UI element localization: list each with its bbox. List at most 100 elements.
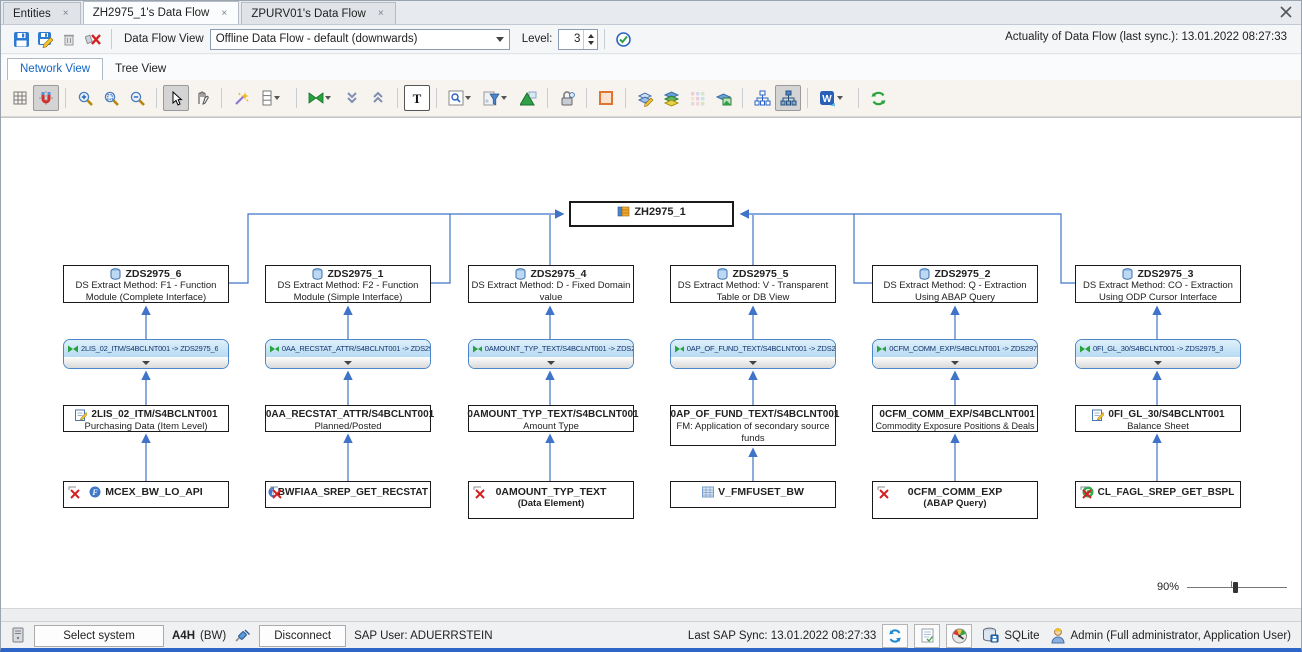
mapping-node[interactable]: 0AMOUNT_TYP_TEXT/S4BCLNT001 -> ZDS2975_4 xyxy=(468,339,634,369)
svg-text:W: W xyxy=(822,94,832,105)
network-layout-button[interactable] xyxy=(775,85,801,111)
sync-button[interactable] xyxy=(882,624,908,648)
layout-options-button[interactable] xyxy=(254,85,290,111)
tree-layout-button[interactable] xyxy=(749,85,775,111)
word-export-button[interactable]: W xyxy=(814,85,852,111)
mapping-expander[interactable] xyxy=(1076,357,1240,368)
separator xyxy=(436,88,437,108)
function-module-icon: F xyxy=(89,486,101,498)
extractor-node[interactable]: 0AP_OF_FUND_TEXT/S4BCLNT001 FM: Applicat… xyxy=(670,405,836,446)
not-found-icon xyxy=(1080,486,1093,499)
extractor-node[interactable]: 0AMOUNT_TYP_TEXT/S4BCLNT001 Amount Type xyxy=(468,405,634,432)
tab-close-icon[interactable]: × xyxy=(219,8,229,19)
datasource-node[interactable]: ZDS2975_3 DS Extract Method: CO - Extrac… xyxy=(1075,265,1241,303)
mapping-node[interactable]: 2LIS_02_ITM/S4BCLNT001 -> ZDS2975_6 xyxy=(63,339,229,369)
tab-close-icon[interactable]: × xyxy=(376,8,386,19)
mapping-label: 0AP_OF_FUND_TEXT/S4BCLNT001 -> ZDS2975_5 xyxy=(687,344,835,353)
stepper-arrows[interactable] xyxy=(583,30,597,49)
mapping-expander[interactable] xyxy=(266,357,430,368)
validate-button[interactable] xyxy=(611,27,635,51)
tab-network-view[interactable]: Network View xyxy=(7,58,103,80)
extractor-node[interactable]: 0CFM_COMM_EXP/S4BCLNT001 Commodity Expos… xyxy=(872,405,1038,432)
admin-label: Admin (Full administrator, Application U… xyxy=(1071,630,1292,642)
datasource-node[interactable]: ZDS2975_1 DS Extract Method: F2 - Functi… xyxy=(265,265,431,303)
filter-button[interactable] xyxy=(479,85,515,111)
transformation-button[interactable] xyxy=(303,85,339,111)
mapping-node[interactable]: 0CFM_COMM_EXP/S4BCLNT001 -> ZDS2975_2 xyxy=(872,339,1038,369)
tab-close-icon[interactable]: × xyxy=(61,8,71,19)
lock-button[interactable] xyxy=(554,85,580,111)
server-icon xyxy=(11,627,26,644)
layers-button[interactable] xyxy=(658,85,684,111)
datasource-node[interactable]: ZDS2975_4 DS Extract Method: D - Fixed D… xyxy=(468,265,634,303)
refresh-icon xyxy=(870,90,887,107)
mapping-expander[interactable] xyxy=(64,357,228,368)
performance-button[interactable] xyxy=(946,624,972,648)
tab-zpurv01-data-flow[interactable]: ZPURV01's Data Flow × xyxy=(241,2,395,24)
mapping-node[interactable]: 0AP_OF_FUND_TEXT/S4BCLNT001 -> ZDS2975_5 xyxy=(670,339,836,369)
origin-node[interactable]: FMCEX_BW_LO_API xyxy=(63,481,229,508)
datasource-node[interactable]: ZDS2975_6 DS Extract Method: F1 - Functi… xyxy=(63,265,229,303)
level-stepper[interactable]: 3 xyxy=(558,29,598,50)
tab-label: Entities xyxy=(13,8,51,20)
origin-node[interactable]: 0AMOUNT_TYP_TEXT (Data Element) xyxy=(468,481,634,519)
tab-zh2975-data-flow[interactable]: ZH2975_1's Data Flow × xyxy=(83,1,240,24)
pointer-button[interactable] xyxy=(163,85,189,111)
origin-node[interactable]: 0CFM_COMM_EXP (ABAP Query) xyxy=(872,481,1038,519)
datasource-icon xyxy=(717,268,728,280)
mapping-expander[interactable] xyxy=(469,357,633,368)
zoom-slider-handle[interactable] xyxy=(1233,582,1238,593)
node-desc: DS Extract Method: V - Transparent Table… xyxy=(673,280,833,304)
zoom-slider[interactable] xyxy=(1187,580,1287,594)
node-title: 0AMOUNT_TYP_TEXT xyxy=(496,486,607,498)
remove-button[interactable] xyxy=(81,27,105,51)
save-as-button[interactable] xyxy=(33,27,57,51)
mapping-label: 0CFM_COMM_EXP/S4BCLNT001 -> ZDS2975_2 xyxy=(889,344,1037,353)
pan-button[interactable] xyxy=(189,85,215,111)
diagram-canvas[interactable]: ZH2975_1 ZDS2975_6 DS Extract Method: F1… xyxy=(1,117,1302,609)
hierarchy-button[interactable] xyxy=(515,85,541,111)
origin-node[interactable]: FBWFIAA_SREP_GET_RECSTAT xyxy=(265,481,431,508)
close-icon[interactable] xyxy=(1279,5,1293,19)
extractor-node[interactable]: 2LIS_02_ITM/S4BCLNT001 Purchasing Data (… xyxy=(63,405,229,432)
collapse-all-button[interactable] xyxy=(365,85,391,111)
root-node-zh2975-1[interactable]: ZH2975_1 xyxy=(569,201,734,227)
save-button[interactable] xyxy=(9,27,33,51)
not-found-icon xyxy=(270,486,283,499)
datasource-node[interactable]: ZDS2975_5 DS Extract Method: V - Transpa… xyxy=(670,265,836,303)
text-mode-button[interactable]: T xyxy=(404,85,430,111)
zoom-out-button[interactable] xyxy=(124,85,150,111)
layers-edit-icon xyxy=(637,90,654,107)
datasource-node[interactable]: ZDS2975_2 DS Extract Method: Q - Extract… xyxy=(872,265,1038,303)
export-image-button[interactable] xyxy=(710,85,736,111)
log-button[interactable] xyxy=(914,624,940,648)
data-flow-view-select[interactable]: Offline Data Flow - default (downwards) xyxy=(210,29,510,50)
zoom-in-button[interactable] xyxy=(72,85,98,111)
origin-node[interactable]: V_FMFUSET_BW xyxy=(670,481,836,508)
layers-edit-button[interactable] xyxy=(632,85,658,111)
mapping-node[interactable]: 0AA_RECSTAT_ATTR/S4BCLNT001 -> ZDS2975_1 xyxy=(265,339,431,369)
snap-button[interactable] xyxy=(33,85,59,111)
tab-tree-view[interactable]: Tree View xyxy=(103,59,178,80)
hand-icon xyxy=(194,90,210,106)
frame-button[interactable] xyxy=(593,85,619,111)
mapping-expander[interactable] xyxy=(873,357,1037,368)
expand-all-button[interactable] xyxy=(339,85,365,111)
extractor-node[interactable]: 0FI_GL_30/S4BCLNT001 Balance Sheet xyxy=(1075,405,1241,432)
chevron-down-icon xyxy=(496,37,504,42)
transformation-bowtie-icon xyxy=(68,345,78,353)
transformation-bowtie-icon xyxy=(270,345,279,353)
refresh-button[interactable] xyxy=(865,85,891,111)
disconnect-button[interactable]: Disconnect xyxy=(259,625,346,647)
select-system-button[interactable]: Select system xyxy=(34,625,164,647)
extractor-node[interactable]: 0AA_RECSTAT_ATTR/S4BCLNT001 Planned/Post… xyxy=(265,405,431,432)
mapping-node[interactable]: 0FI_GL_30/S4BCLNT001 -> ZDS2975_3 xyxy=(1075,339,1241,369)
grid-button[interactable] xyxy=(7,85,33,111)
origin-node[interactable]: CCL_FAGL_SREP_GET_BSPL xyxy=(1075,481,1241,508)
tab-entities[interactable]: Entities × xyxy=(3,2,81,24)
status-bar: Select system A4H (BW) Disconnect SAP Us… xyxy=(1,621,1301,649)
search-button[interactable] xyxy=(443,85,479,111)
zoom-fit-button[interactable] xyxy=(98,85,124,111)
mapping-expander[interactable] xyxy=(671,357,835,368)
auto-layout-button[interactable] xyxy=(228,85,254,111)
